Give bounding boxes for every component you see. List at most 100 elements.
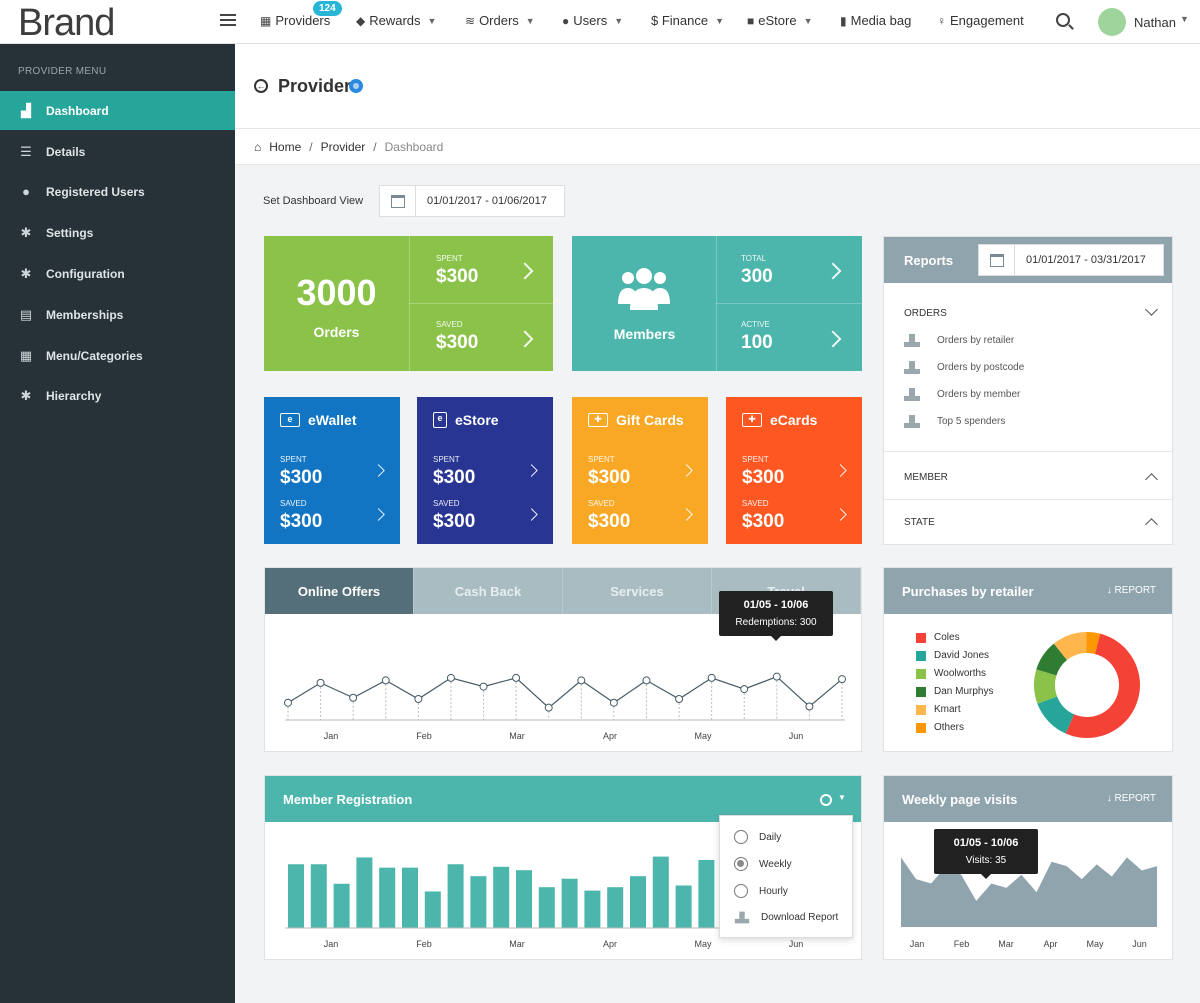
calendar-icon[interactable] xyxy=(979,245,1015,275)
bar[interactable] xyxy=(310,864,327,928)
sidebar-item-configuration[interactable]: ✱ Configuration xyxy=(0,254,235,293)
chevron-right-icon[interactable] xyxy=(516,262,534,280)
members-total[interactable]: TOTAL 300 xyxy=(741,254,773,288)
bar[interactable] xyxy=(402,867,418,928)
bar[interactable] xyxy=(630,876,646,928)
chevron-right-icon[interactable] xyxy=(372,508,385,521)
search-icon[interactable] xyxy=(1056,13,1070,27)
weekly-report-link[interactable]: ↓ REPORT xyxy=(1107,793,1156,804)
chevron-right-icon[interactable] xyxy=(372,464,385,477)
option-download-report[interactable]: Download Report xyxy=(734,911,838,924)
bar[interactable] xyxy=(584,890,601,928)
brand-logo[interactable]: Brand xyxy=(18,2,115,45)
sidebar-item-settings[interactable]: ✱ Settings xyxy=(0,213,235,252)
data-point[interactable] xyxy=(284,698,292,707)
gift-cards-tile[interactable]: ✚ Gift Cards SPENT $300 SAVED $300 xyxy=(572,397,708,544)
radio-button[interactable] xyxy=(734,884,748,898)
data-point[interactable] xyxy=(772,672,781,681)
bar[interactable] xyxy=(447,864,464,928)
reports-member-heading[interactable]: MEMBER xyxy=(904,472,948,483)
back-arrow-icon[interactable]: ← xyxy=(254,79,268,93)
bar[interactable] xyxy=(470,876,487,928)
data-point[interactable] xyxy=(675,695,684,703)
nav-users[interactable]: ● Users ▼ xyxy=(562,13,623,28)
bar[interactable] xyxy=(675,885,692,929)
bar[interactable] xyxy=(288,864,304,928)
report-item-top-5-spenders[interactable]: Top 5 spenders xyxy=(904,415,1005,428)
orders-saved[interactable]: SAVED $300 xyxy=(436,320,478,354)
chevron-right-icon[interactable] xyxy=(824,330,842,348)
chevron-right-icon[interactable] xyxy=(680,508,693,521)
data-point[interactable] xyxy=(479,682,488,691)
reports-state-heading[interactable]: STATE xyxy=(904,517,935,528)
members-active[interactable]: ACTIVE 100 xyxy=(741,320,773,354)
bar[interactable] xyxy=(333,883,350,928)
avatar[interactable] xyxy=(1098,8,1126,36)
sidebar-item-dashboard[interactable]: ▟ Dashboard xyxy=(0,91,235,130)
nav-estore[interactable]: ■ eStore ▼ xyxy=(747,13,812,28)
bar[interactable] xyxy=(538,887,555,928)
reports-orders-heading[interactable]: ORDERS xyxy=(904,308,947,319)
tab-online-offers[interactable]: Online Offers xyxy=(265,568,414,614)
radio-button-selected[interactable] xyxy=(734,857,748,871)
bar[interactable] xyxy=(516,870,532,928)
bar[interactable] xyxy=(356,857,373,928)
sidebar-item-hierarchy[interactable]: ✱ Hierarchy xyxy=(0,376,235,415)
ecards-tile[interactable]: ✚ eCards SPENT $300 SAVED $300 xyxy=(726,397,862,544)
data-point[interactable] xyxy=(414,695,423,703)
chevron-down-icon[interactable] xyxy=(1145,303,1158,316)
chevron-up-icon[interactable] xyxy=(1145,518,1158,531)
chevron-right-icon[interactable] xyxy=(516,330,534,348)
bar[interactable] xyxy=(379,867,396,928)
breadcrumb-provider[interactable]: Provider xyxy=(321,140,366,154)
data-point[interactable] xyxy=(740,685,749,694)
gear-icon[interactable] xyxy=(820,794,832,806)
radio-button[interactable] xyxy=(734,830,748,844)
estore-tile[interactable]: e eStore SPENT $300 SAVED $300 xyxy=(417,397,553,544)
data-point[interactable] xyxy=(577,676,586,685)
option-hourly[interactable]: Hourly xyxy=(734,884,788,898)
dashboard-date-picker[interactable]: 01/01/2017 - 01/06/2017 xyxy=(379,185,565,217)
globe-icon[interactable] xyxy=(349,79,363,93)
data-point[interactable] xyxy=(642,676,651,685)
bar[interactable] xyxy=(493,866,510,928)
tab-services[interactable]: Services xyxy=(563,568,712,614)
bar[interactable] xyxy=(607,887,624,928)
sidebar-item-memberships[interactable]: ▤ Memberships xyxy=(0,295,235,334)
chevron-up-icon[interactable] xyxy=(1145,473,1158,486)
tab-cash-back[interactable]: Cash Back xyxy=(414,568,563,614)
chevron-right-icon[interactable] xyxy=(525,508,538,521)
data-point[interactable] xyxy=(349,693,358,702)
chevron-down-icon[interactable]: ▼ xyxy=(838,793,846,802)
reports-date-picker[interactable]: 01/01/2017 - 03/31/2017 xyxy=(978,244,1164,276)
chevron-right-icon[interactable] xyxy=(834,464,847,477)
bar[interactable] xyxy=(652,856,669,928)
data-point[interactable] xyxy=(805,702,814,711)
nav-engagement[interactable]: ♀ Engagement xyxy=(937,13,1024,28)
option-daily[interactable]: Daily xyxy=(734,830,781,844)
purchases-report-link[interactable]: ↓ REPORT xyxy=(1107,585,1156,596)
data-point[interactable] xyxy=(381,676,390,685)
bar[interactable] xyxy=(561,878,578,928)
nav-orders[interactable]: ≋ Orders ▼ xyxy=(465,13,535,28)
orders-spent[interactable]: SPENT $300 xyxy=(436,254,478,288)
data-point[interactable] xyxy=(446,673,455,682)
hamburger-menu-icon[interactable] xyxy=(220,14,236,28)
breadcrumb-home[interactable]: Home xyxy=(269,140,301,154)
data-point[interactable] xyxy=(838,675,846,684)
chevron-right-icon[interactable] xyxy=(525,464,538,477)
bar[interactable] xyxy=(424,891,441,928)
report-item-orders-by-retailer[interactable]: Orders by retailer xyxy=(904,334,1014,347)
user-name[interactable]: Nathan xyxy=(1134,15,1176,30)
nav-media-bag[interactable]: ▮ Media bag xyxy=(840,13,911,28)
chevron-down-icon[interactable]: ▼ xyxy=(1180,14,1189,24)
sidebar-item-menu-categories[interactable]: ▦ Menu/Categories xyxy=(0,336,235,375)
report-item-orders-by-postcode[interactable]: Orders by postcode xyxy=(904,361,1024,374)
sidebar-item-details[interactable]: ☰ Details xyxy=(0,132,235,171)
data-point[interactable] xyxy=(316,678,325,687)
data-point[interactable] xyxy=(707,673,716,682)
sidebar-item-registered-users[interactable]: ● Registered Users xyxy=(0,172,235,211)
data-point[interactable] xyxy=(609,698,618,707)
data-point[interactable] xyxy=(512,673,521,682)
bar[interactable] xyxy=(698,860,715,928)
